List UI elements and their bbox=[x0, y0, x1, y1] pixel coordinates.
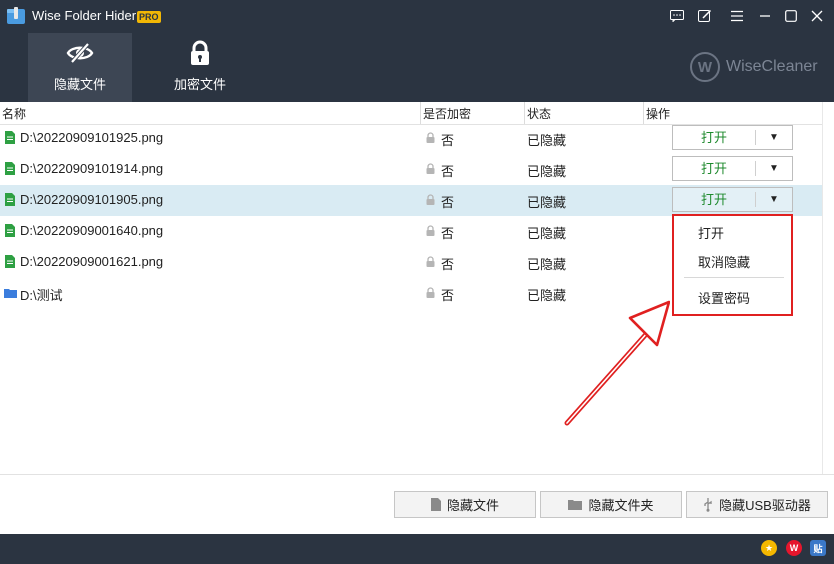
encrypted-value: 否 bbox=[441, 195, 455, 210]
eye-slash-icon bbox=[66, 42, 94, 64]
maximize-icon[interactable] bbox=[781, 6, 801, 26]
status-value: 已隐藏 bbox=[527, 226, 567, 241]
brand-text: WiseCleaner bbox=[726, 58, 818, 75]
file-name: D:\20220909001640.png bbox=[20, 223, 164, 238]
table-row-selected[interactable]: D:\20220909101905.png 否 已隐藏 打开 ▼ bbox=[0, 185, 822, 216]
file-name: D:\20220909001621.png bbox=[20, 254, 164, 269]
tab-encrypt-files[interactable]: 加密文件 bbox=[148, 33, 252, 102]
open-button[interactable]: 打开 bbox=[673, 126, 755, 149]
col-name[interactable]: 名称 bbox=[2, 105, 26, 122]
feedback-icon[interactable] bbox=[667, 6, 687, 26]
status-value: 已隐藏 bbox=[527, 195, 567, 210]
dropdown-arrow-icon[interactable]: ▼ bbox=[756, 157, 792, 180]
table-row[interactable]: D:\20220909101925.png 否 已隐藏 打开 ▼ bbox=[0, 123, 822, 154]
lock-icon bbox=[426, 256, 435, 267]
folder-name: D:\测试 bbox=[20, 288, 63, 303]
tab-hide-files[interactable]: 隐藏文件 bbox=[28, 33, 132, 102]
open-button[interactable]: 打开 bbox=[673, 188, 755, 211]
table-header: 名称 是否加密 状态 操作 bbox=[0, 102, 822, 125]
encrypted-value: 否 bbox=[441, 288, 455, 303]
folder-icon bbox=[4, 289, 17, 298]
bottom-action-bar: 隐藏文件 隐藏文件夹 隐藏USB驱动器 bbox=[0, 474, 834, 535]
action-split-button: 打开 ▼ bbox=[672, 187, 793, 212]
file-icon bbox=[430, 498, 441, 511]
menu-item-unhide[interactable]: 取消隐藏 bbox=[698, 252, 750, 271]
action-split-button: 打开 ▼ bbox=[672, 156, 793, 181]
column-divider[interactable] bbox=[524, 102, 525, 124]
col-status[interactable]: 状态 bbox=[527, 105, 551, 122]
hide-file-button[interactable]: 隐藏文件 bbox=[394, 491, 536, 518]
lock-icon bbox=[426, 132, 435, 143]
scrollbar[interactable] bbox=[822, 102, 834, 474]
app-logo-icon bbox=[7, 7, 25, 24]
status-value: 已隐藏 bbox=[527, 133, 567, 148]
hide-folder-label: 隐藏文件夹 bbox=[588, 498, 654, 513]
wisecleaner-brand[interactable]: W WiseCleaner bbox=[690, 52, 818, 82]
hide-usb-label: 隐藏USB驱动器 bbox=[719, 498, 811, 513]
menu-item-open[interactable]: 打开 bbox=[698, 223, 724, 242]
tab-encrypt-files-label: 加密文件 bbox=[173, 77, 226, 92]
dropdown-arrow-icon[interactable]: ▼ bbox=[756, 126, 792, 149]
hide-folder-button[interactable]: 隐藏文件夹 bbox=[540, 491, 682, 518]
annotation-arrow-icon bbox=[562, 300, 670, 426]
tab-hide-files-label: 隐藏文件 bbox=[53, 77, 106, 92]
hide-file-label: 隐藏文件 bbox=[446, 498, 499, 513]
star-icon[interactable]: ★ bbox=[761, 540, 777, 556]
usb-icon bbox=[704, 497, 712, 512]
lock-icon bbox=[426, 287, 435, 298]
edit-icon[interactable] bbox=[695, 6, 715, 26]
lock-icon bbox=[426, 194, 435, 205]
action-split-button: 打开 ▼ bbox=[672, 125, 793, 150]
hide-usb-button[interactable]: 隐藏USB驱动器 bbox=[686, 491, 828, 518]
table-row[interactable]: D:\20220909101914.png 否 已隐藏 打开 ▼ bbox=[0, 154, 822, 185]
status-value: 已隐藏 bbox=[527, 257, 567, 272]
open-button[interactable]: 打开 bbox=[673, 157, 755, 180]
action-dropdown-menu: 打开 取消隐藏 设置密码 bbox=[672, 214, 793, 316]
encrypted-value: 否 bbox=[441, 164, 455, 179]
folder-icon bbox=[568, 500, 583, 510]
encrypted-value: 否 bbox=[441, 257, 455, 272]
lock-icon bbox=[426, 163, 435, 174]
minimize-icon[interactable] bbox=[755, 6, 775, 26]
col-encrypted[interactable]: 是否加密 bbox=[423, 105, 471, 122]
dropdown-arrow-icon[interactable]: ▼ bbox=[756, 188, 792, 211]
pro-badge: PRO bbox=[137, 11, 161, 23]
menu-divider bbox=[684, 277, 784, 278]
column-divider[interactable] bbox=[420, 102, 421, 124]
close-icon[interactable] bbox=[807, 6, 827, 26]
tieba-icon[interactable]: 贴 bbox=[810, 540, 826, 556]
header: 隐藏文件 加密文件 W WiseCleaner bbox=[0, 33, 834, 102]
file-name: D:\20220909101925.png bbox=[20, 130, 164, 145]
file-name: D:\20220909101905.png bbox=[20, 192, 164, 207]
menu-item-set-password[interactable]: 设置密码 bbox=[698, 288, 750, 307]
menu-icon[interactable] bbox=[727, 6, 747, 26]
status-value: 已隐藏 bbox=[527, 164, 567, 179]
title-bar: Wise Folder Hider PRO bbox=[0, 0, 834, 33]
encrypted-value: 否 bbox=[441, 226, 455, 241]
wisecleaner-logo-icon: W bbox=[690, 52, 720, 82]
app-title: Wise Folder Hider bbox=[32, 8, 137, 23]
col-action[interactable]: 操作 bbox=[646, 105, 670, 122]
encrypted-value: 否 bbox=[441, 133, 455, 148]
file-icon bbox=[5, 131, 15, 144]
lock-icon bbox=[191, 40, 209, 65]
status-bar: ★ W 贴 bbox=[0, 534, 834, 564]
file-icon bbox=[5, 193, 15, 206]
lock-icon bbox=[426, 225, 435, 236]
column-divider[interactable] bbox=[643, 102, 644, 124]
file-icon bbox=[5, 224, 15, 237]
weibo-icon[interactable]: W bbox=[786, 540, 802, 556]
file-icon bbox=[5, 162, 15, 175]
file-name: D:\20220909101914.png bbox=[20, 161, 164, 176]
file-icon bbox=[5, 255, 15, 268]
